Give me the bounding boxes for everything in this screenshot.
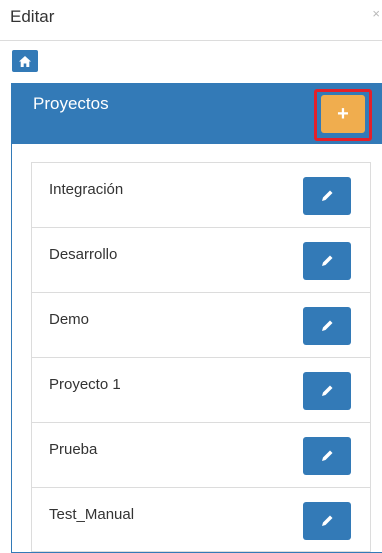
dialog-header: Editar × bbox=[0, 0, 382, 40]
pencil-icon bbox=[322, 515, 333, 526]
list-item: Integración bbox=[31, 162, 371, 227]
list-item: Prueba bbox=[31, 422, 371, 487]
list-item: Demo bbox=[31, 292, 371, 357]
pencil-icon bbox=[322, 450, 333, 461]
home-button[interactable] bbox=[12, 50, 38, 72]
project-name: Demo bbox=[49, 311, 90, 328]
projects-panel: Proyectos + Integración Desarrollo Demo … bbox=[11, 83, 382, 553]
edit-button[interactable] bbox=[303, 437, 351, 475]
project-name: Integración bbox=[49, 181, 124, 198]
panel-heading: Proyectos + bbox=[12, 84, 382, 144]
project-name: Prueba bbox=[49, 441, 98, 458]
add-project-button[interactable]: + bbox=[321, 95, 365, 133]
edit-button[interactable] bbox=[303, 502, 351, 540]
pencil-icon bbox=[322, 385, 333, 396]
pencil-icon bbox=[322, 190, 333, 201]
edit-button[interactable] bbox=[303, 307, 351, 345]
edit-button[interactable] bbox=[303, 372, 351, 410]
edit-button[interactable] bbox=[303, 177, 351, 215]
project-name: Proyecto 1 bbox=[49, 376, 121, 393]
project-name: Test_Manual bbox=[49, 506, 135, 523]
dialog-title: Editar bbox=[10, 7, 55, 26]
list-item: Proyecto 1 bbox=[31, 357, 371, 422]
project-list: Integración Desarrollo Demo Proyecto 1 P… bbox=[31, 162, 371, 552]
header-divider bbox=[0, 40, 382, 41]
close-icon[interactable]: × bbox=[372, 6, 380, 21]
project-name: Desarrollo bbox=[49, 246, 118, 263]
pencil-icon bbox=[322, 320, 333, 331]
edit-button[interactable] bbox=[303, 242, 351, 280]
plus-icon: + bbox=[337, 102, 349, 125]
pencil-icon bbox=[322, 255, 333, 266]
home-icon bbox=[19, 55, 31, 67]
list-item: Desarrollo bbox=[31, 227, 371, 292]
panel-title: Proyectos bbox=[33, 94, 109, 113]
list-item: Test_Manual bbox=[31, 487, 371, 552]
